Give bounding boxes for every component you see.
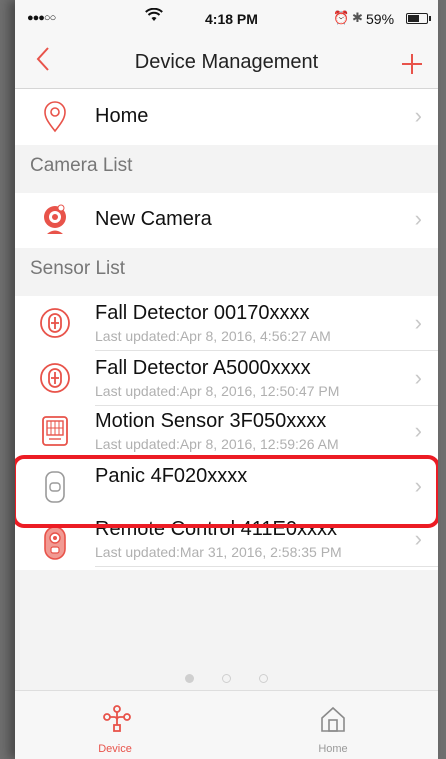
chevron-right-icon: › [414,365,422,390]
chevron-right-icon: › [414,206,422,231]
motion-sensor-icon [39,414,71,448]
sensor-row[interactable]: Fall Detector 00170xxxx Last updated:Apr… [15,296,438,350]
sensor-list-header: Sensor List [30,258,126,279]
chevron-right-icon: › [414,526,422,551]
sensor-updated: Last updated:Apr 8, 2016, 12:50:47 PM [95,383,340,399]
chevron-right-icon: › [414,310,422,335]
camera-name: New Camera [95,208,212,230]
sensor-row[interactable]: Motion Sensor 3F050xxxx Last updated:Apr… [15,406,438,454]
sensor-updated: Last updated:Apr 8, 2016, 4:56:27 AM [95,328,331,344]
location-pin-icon [39,100,71,134]
fall-detector-icon [39,361,71,395]
navigation-bar: Device Management [15,38,438,89]
tab-home-label: Home [318,743,348,755]
chevron-right-icon: › [414,103,422,128]
device-network-icon [103,705,131,738]
home-icon [319,705,347,738]
camera-row[interactable]: New Camera › [15,193,438,248]
battery-icon [406,13,431,24]
tab-device[interactable]: Device [15,691,215,759]
status-bar: ●●●○○ 4:18 PM ⏰ ✱ 59% [15,0,438,38]
row-divider [95,566,438,567]
sensor-name: Motion Sensor 3F050xxxx [95,410,327,432]
home-row-label: Home [95,105,149,127]
page-dot[interactable] [222,674,231,683]
page-title: Device Management [134,51,319,73]
status-time: 4:18 PM [205,11,258,27]
camera-list-header: Camera List [30,155,133,176]
sensor-updated: Last updated:Mar 31, 2016, 2:58:35 PM [95,544,342,560]
page-dot[interactable] [259,674,268,683]
camera-icon [39,203,71,237]
battery-percent: 59% [366,11,395,27]
sensor-name: Fall Detector A5000xxxx [95,357,311,379]
phone-screen: ●●●○○ 4:18 PM ⏰ ✱ 59% Device Management … [15,0,438,759]
chevron-right-icon: › [414,418,422,443]
add-device-button[interactable] [400,42,424,85]
page-indicator [15,670,438,688]
signal-strength: ●●●○○ [27,12,56,24]
alarm-icon: ⏰ [333,10,350,25]
page-dot-active[interactable] [185,674,194,683]
bluetooth-icon: ✱ [352,10,363,25]
home-row[interactable]: Home › [15,89,438,145]
tab-bar: Device Home [15,690,438,759]
tab-device-label: Device [98,743,132,755]
wifi-icon [145,7,163,26]
remote-control-icon [39,526,71,560]
tab-home[interactable]: Home [233,691,433,759]
sensor-row[interactable]: Fall Detector A5000xxxx Last updated:Apr… [15,351,438,405]
sensor-updated: Last updated:Apr 8, 2016, 12:59:26 AM [95,436,339,452]
fall-detector-icon [39,306,71,340]
sensor-name: Fall Detector 00170xxxx [95,302,310,324]
highlight-box [15,455,438,528]
